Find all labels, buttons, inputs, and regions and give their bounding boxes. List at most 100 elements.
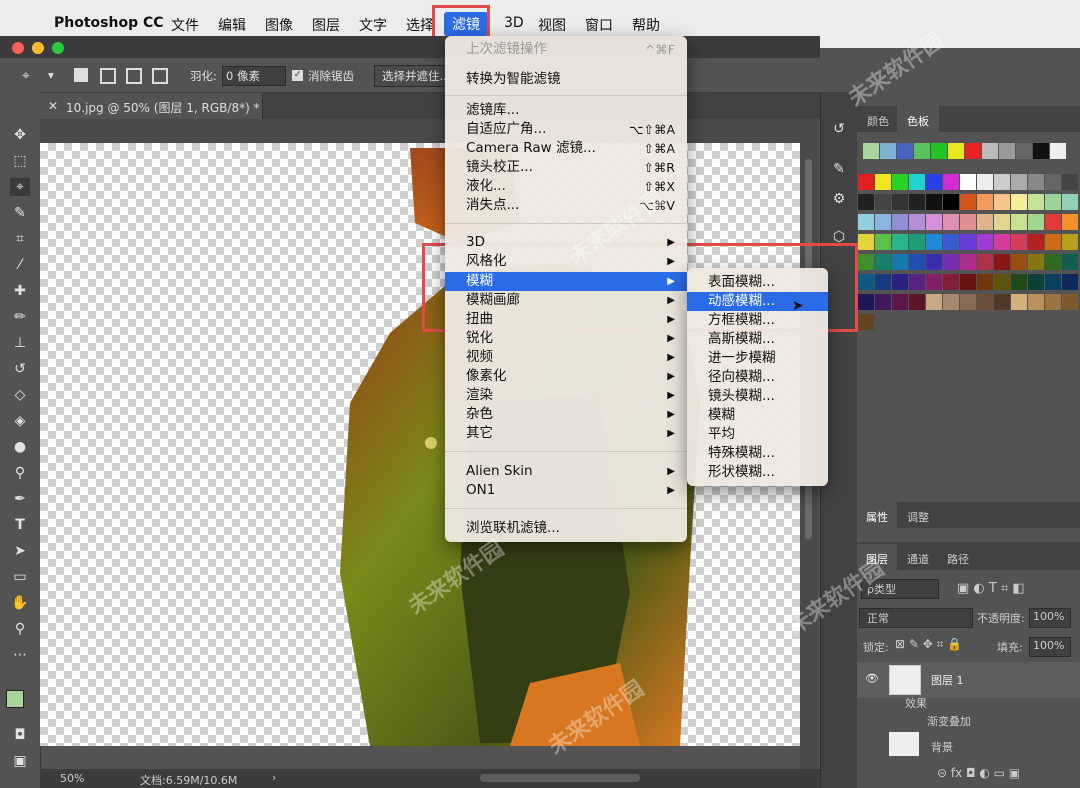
menu-item-lens-correction[interactable]: 镜头校正... ⇧⌘R — [445, 158, 687, 177]
menu-item-render[interactable]: 渲染 ▶ — [445, 386, 687, 405]
screen-mode-icon[interactable]: ▣ — [10, 752, 30, 770]
swatch[interactable] — [892, 234, 908, 250]
marquee-tool-icon[interactable]: ⬚ — [10, 152, 30, 170]
healing-brush-icon[interactable]: ✚ — [10, 282, 30, 300]
swatch[interactable] — [1045, 214, 1061, 230]
swatch[interactable] — [892, 294, 908, 310]
blend-mode-select[interactable]: 正常 — [867, 610, 889, 626]
swatch[interactable] — [875, 214, 891, 230]
swatch[interactable] — [994, 274, 1010, 290]
swatch[interactable] — [1033, 143, 1049, 159]
intersect-selection-icon[interactable] — [152, 68, 168, 84]
close-window-icon[interactable] — [12, 42, 24, 54]
swatch[interactable] — [943, 274, 959, 290]
menu-item-alien-skin[interactable]: Alien Skin ▶ — [445, 462, 687, 481]
swatch[interactable] — [909, 254, 925, 270]
swatch[interactable] — [1045, 234, 1061, 250]
menu-item-distort[interactable]: 扭曲 ▶ — [445, 310, 687, 329]
swatch[interactable] — [1045, 294, 1061, 310]
swatch[interactable] — [1062, 174, 1078, 190]
swatch[interactable] — [858, 314, 874, 330]
swatch[interactable] — [1028, 174, 1044, 190]
submenu-item-blur[interactable]: 模糊 — [687, 406, 828, 425]
swatch[interactable] — [994, 194, 1010, 210]
swatch[interactable] — [909, 194, 925, 210]
menu-item-filter-gallery[interactable]: 滤镜库... — [445, 101, 687, 120]
swatch[interactable] — [892, 214, 908, 230]
swatch[interactable] — [926, 274, 942, 290]
menu-item-browse-online[interactable]: 浏览联机滤镜... — [445, 519, 687, 538]
swatch[interactable] — [1062, 214, 1078, 230]
swatch[interactable] — [858, 174, 874, 190]
more-tools-icon[interactable]: ⋯ — [10, 646, 30, 664]
swatch[interactable] — [909, 294, 925, 310]
swatch[interactable] — [977, 214, 993, 230]
swatch[interactable] — [909, 174, 925, 190]
swatch[interactable] — [1011, 194, 1027, 210]
swatch[interactable] — [1011, 254, 1027, 270]
submenu-item-smart-blur[interactable]: 特殊模糊... — [687, 444, 828, 463]
menu-item-pixelate[interactable]: 像素化 ▶ — [445, 367, 687, 386]
swatch[interactable] — [1028, 234, 1044, 250]
swatch[interactable] — [1028, 274, 1044, 290]
menu-item-noise[interactable]: 杂色 ▶ — [445, 405, 687, 424]
swatch[interactable] — [875, 294, 891, 310]
swatch[interactable] — [926, 174, 942, 190]
lasso-tool-icon[interactable]: ⌖ — [22, 68, 30, 84]
swatch[interactable] — [977, 194, 993, 210]
swatch[interactable] — [994, 214, 1010, 230]
swatch[interactable] — [875, 274, 891, 290]
swatch[interactable] — [965, 143, 981, 159]
zoom-window-icon[interactable] — [52, 42, 64, 54]
menu-item-video[interactable]: 视频 ▶ — [445, 348, 687, 367]
swatch[interactable] — [875, 194, 891, 210]
swatch[interactable] — [977, 294, 993, 310]
submenu-item-box-blur[interactable]: 方框模糊... — [687, 311, 828, 330]
swatch[interactable] — [892, 274, 908, 290]
lock-icons[interactable]: ⊠ ✎ ✥ ⌗ 🔒 — [895, 637, 962, 652]
swatch[interactable] — [994, 174, 1010, 190]
swatch[interactable] — [1011, 294, 1027, 310]
swatch[interactable] — [1028, 214, 1044, 230]
swatch[interactable] — [875, 234, 891, 250]
history-panel-icon[interactable]: ↺ — [829, 120, 849, 138]
swatch[interactable] — [909, 274, 925, 290]
swatch[interactable] — [926, 194, 942, 210]
layer-filter-icons[interactable]: ▣ ◐ T ⌗ ◧ — [957, 581, 1025, 596]
swatch[interactable] — [1045, 194, 1061, 210]
swatch[interactable] — [994, 294, 1010, 310]
eyedropper-icon[interactable]: ⁄ — [10, 256, 30, 274]
menu-3d[interactable]: 3D — [504, 15, 524, 31]
menu-item-last-filter[interactable]: 上次滤镜操作 ^⌘F — [445, 40, 687, 59]
chevron-right-icon[interactable]: › — [272, 771, 276, 784]
swatch[interactable] — [926, 294, 942, 310]
swatch[interactable] — [1011, 274, 1027, 290]
menu-item-stylize[interactable]: 风格化 ▶ — [445, 252, 687, 271]
menu-file[interactable]: 文件 — [171, 15, 199, 35]
type-tool-icon[interactable]: T — [10, 516, 30, 534]
menu-layer[interactable]: 图层 — [312, 15, 340, 35]
swatch[interactable] — [909, 214, 925, 230]
minimize-window-icon[interactable] — [32, 42, 44, 54]
swatch[interactable] — [1050, 143, 1066, 159]
menu-item-on1[interactable]: ON1 ▶ — [445, 481, 687, 500]
swatch[interactable] — [926, 254, 942, 270]
close-tab-icon[interactable]: ✕ — [48, 99, 58, 113]
select-and-mask-button[interactable]: 选择并遮住... — [382, 68, 450, 84]
menu-item-other[interactable]: 其它 ▶ — [445, 424, 687, 443]
tab-swatches[interactable]: 色板 — [897, 106, 939, 136]
swatch[interactable] — [943, 174, 959, 190]
swatch[interactable] — [1045, 174, 1061, 190]
swatch[interactable] — [1045, 274, 1061, 290]
document-tab[interactable]: ✕ 10.jpg @ 50% (图层 1, RGB/8*) * — [40, 93, 263, 119]
stamp-tool-icon[interactable]: ⊥ — [10, 334, 30, 352]
dodge-tool-icon[interactable]: ⚲ — [10, 464, 30, 482]
rectangle-tool-icon[interactable]: ▭ — [10, 568, 30, 586]
tab-properties[interactable]: 属性 — [857, 502, 897, 532]
menu-item-adaptive-wide[interactable]: 自适应广角... ⌥⇧⌘A — [445, 120, 687, 139]
swatch[interactable] — [960, 294, 976, 310]
zoom-level[interactable]: 50% — [60, 772, 84, 785]
swatch[interactable] — [994, 234, 1010, 250]
menu-select[interactable]: 选择 — [406, 15, 434, 35]
submenu-item-radial-blur[interactable]: 径向模糊... — [687, 368, 828, 387]
